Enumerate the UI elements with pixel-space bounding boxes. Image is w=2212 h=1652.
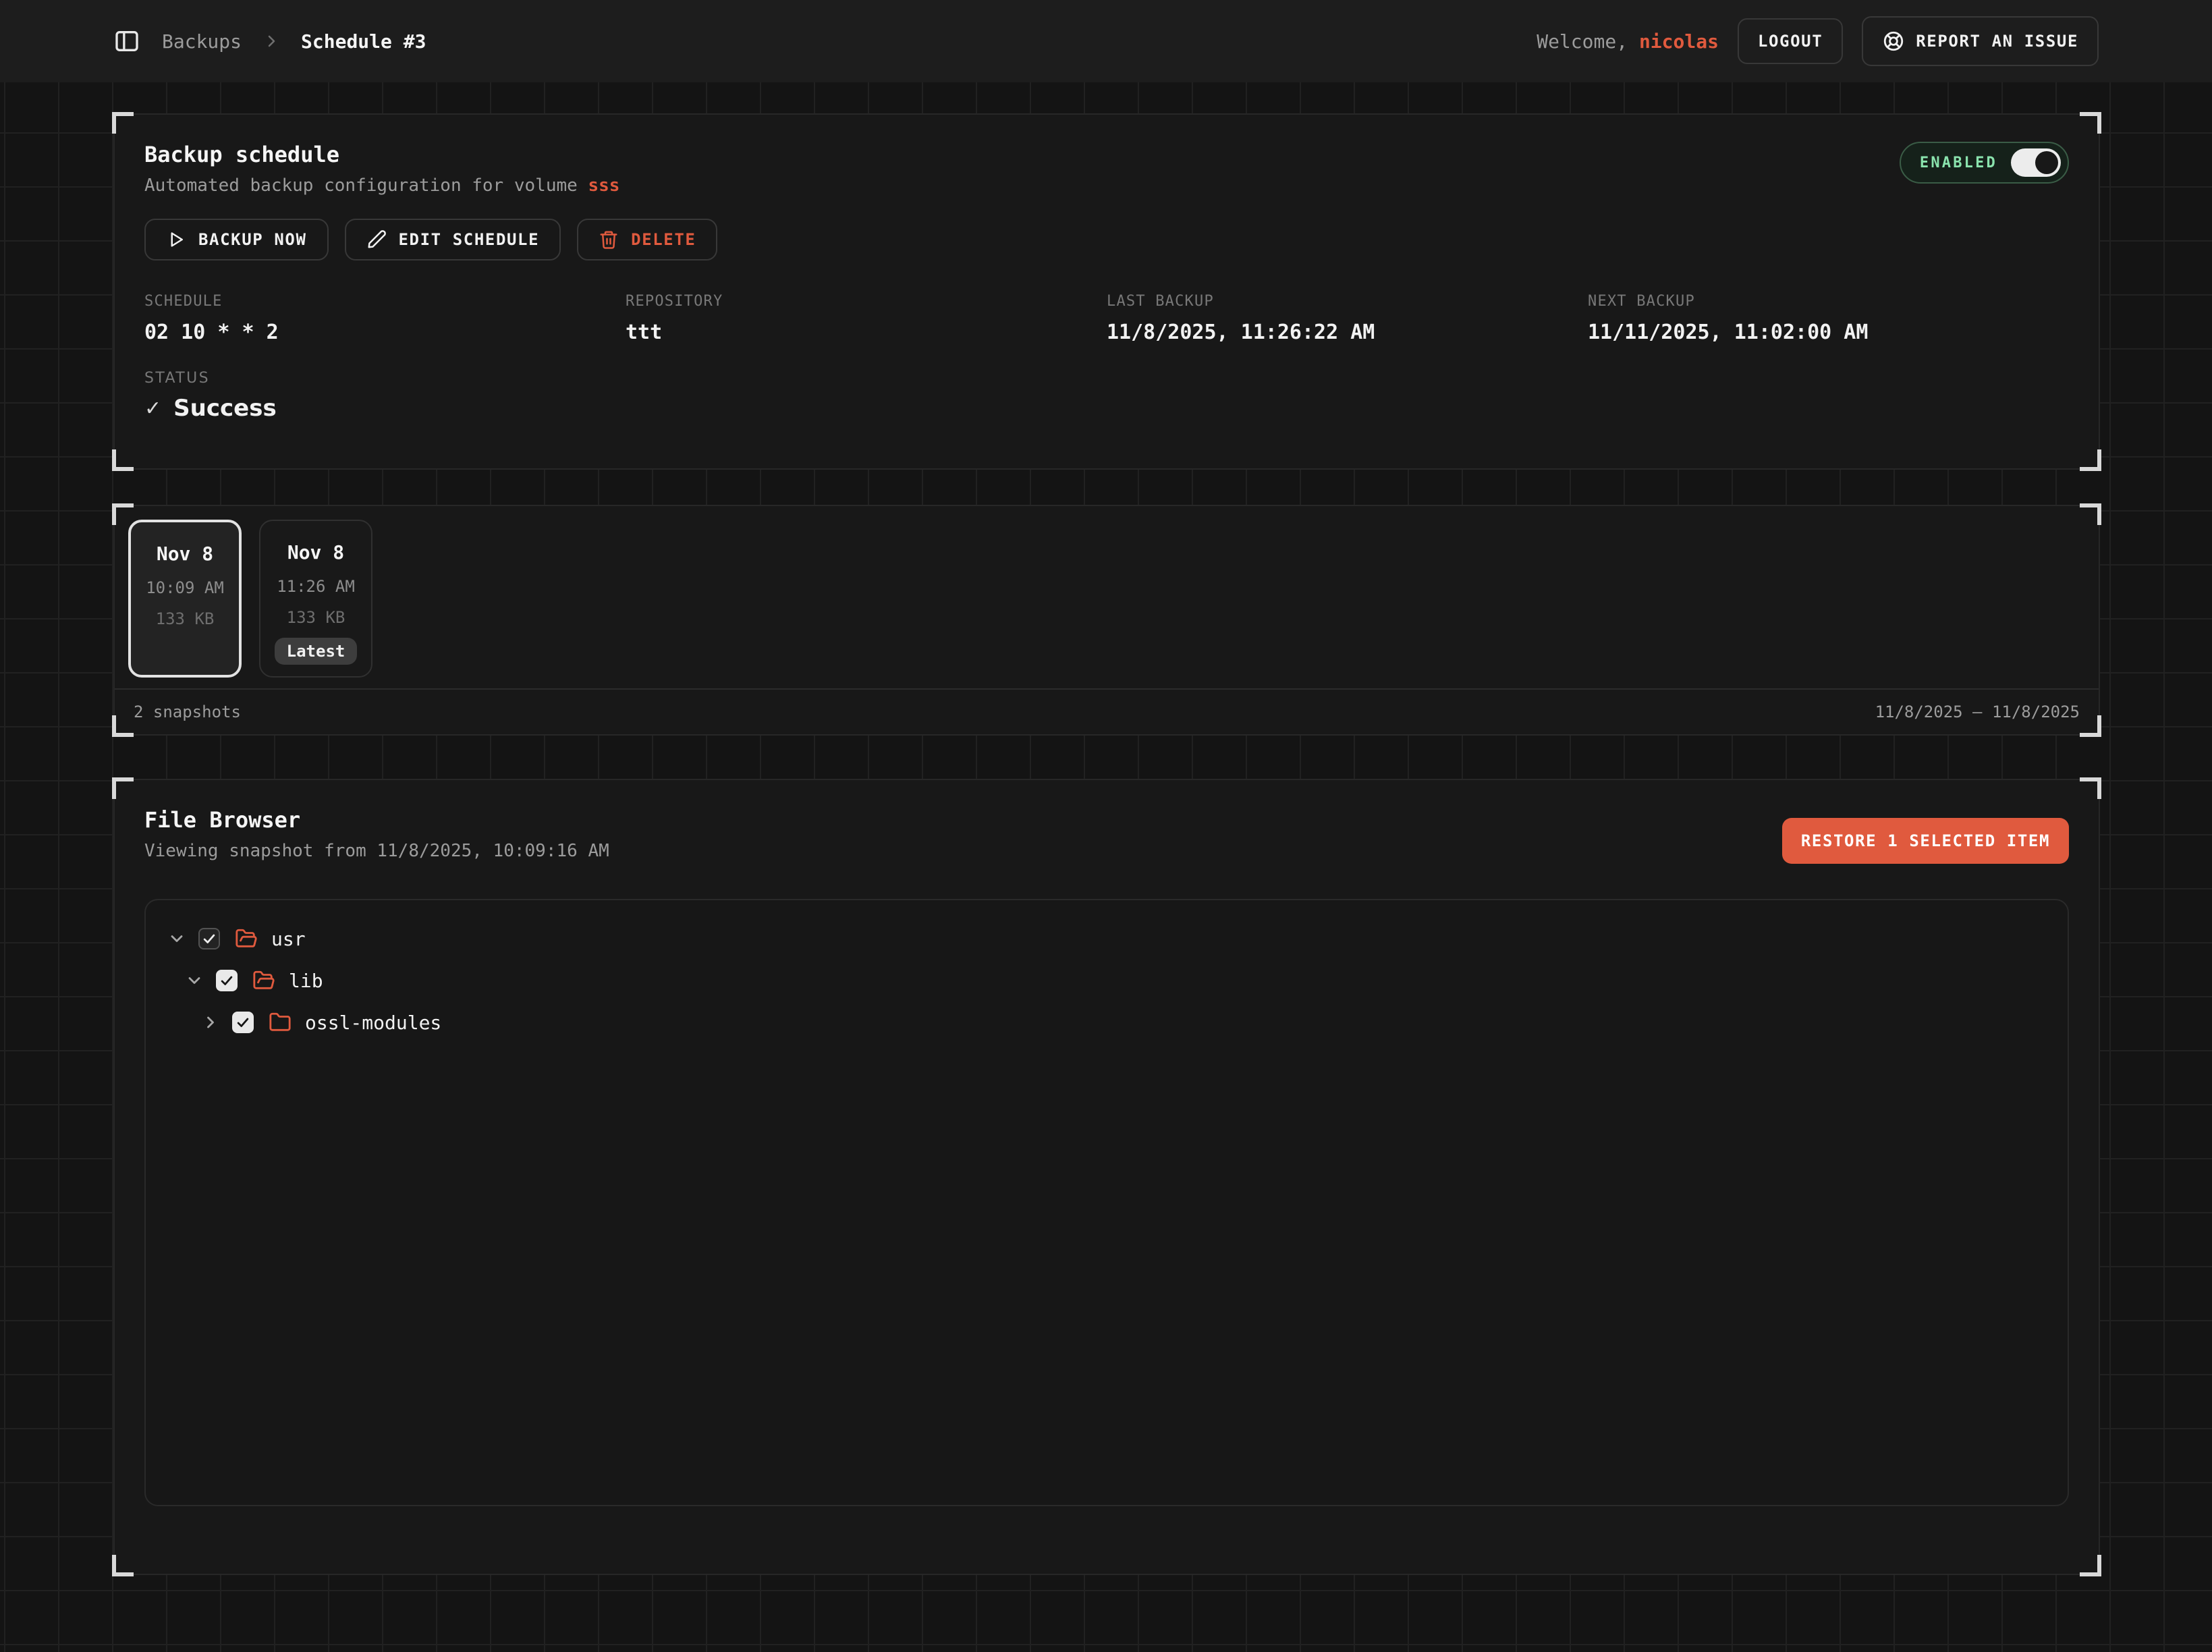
status-text: Success (173, 395, 277, 422)
folder-open-icon (252, 969, 275, 992)
field-label: SCHEDULE (144, 293, 626, 310)
username: nicolas (1639, 30, 1719, 53)
breadcrumb-chevron-icon (263, 33, 279, 49)
file-browser-title: File Browser (144, 807, 609, 833)
check-icon: ✓ (144, 397, 161, 420)
corner-bracket (2080, 1555, 2101, 1576)
field-label: REPOSITORY (626, 293, 1107, 310)
edit-schedule-button[interactable]: EDIT SCHEDULE (345, 219, 561, 260)
tree-item-label[interactable]: lib (289, 970, 323, 992)
snapshot-date-range: 11/8/2025 – 11/8/2025 (1875, 703, 2080, 721)
breadcrumb-section[interactable]: Backups (162, 30, 242, 53)
tree-row-lib[interactable]: lib (167, 960, 2046, 1001)
delete-button[interactable]: DELETE (577, 219, 717, 260)
chevron-down-icon[interactable] (185, 971, 204, 990)
logout-button[interactable]: LOGOUT (1738, 18, 1843, 64)
toggle-switch-icon (2011, 148, 2061, 177)
corner-bracket (2080, 112, 2101, 134)
file-tree: usr lib (144, 899, 2069, 1506)
checkbox-checked[interactable] (198, 928, 220, 949)
edit-schedule-label: EDIT SCHEDULE (399, 230, 540, 249)
report-issue-button[interactable]: REPORT AN ISSUE (1862, 16, 2099, 66)
checkbox-checked[interactable] (232, 1012, 254, 1033)
pencil-icon (366, 229, 387, 250)
enabled-toggle[interactable]: ENABLED (1900, 142, 2069, 184)
chevron-down-icon[interactable] (167, 929, 186, 948)
tree-row-ossl-modules[interactable]: ossl-modules (167, 1001, 2046, 1043)
field-last-backup: LAST BACKUP 11/8/2025, 11:26:22 AM (1107, 293, 1588, 344)
snapshot-time: 10:09 AM (131, 578, 239, 597)
field-value: 02 10 * * 2 (144, 321, 626, 344)
file-browser-subtitle: Viewing snapshot from 11/8/2025, 10:09:1… (144, 841, 609, 861)
sidebar-toggle-icon[interactable] (113, 28, 140, 55)
status-block: STATUS ✓ Success (144, 370, 2069, 422)
tree-item-label[interactable]: ossl-modules (305, 1012, 441, 1034)
trash-icon (599, 229, 619, 250)
latest-badge: Latest (275, 638, 358, 665)
snapshot-time: 11:26 AM (260, 577, 371, 596)
corner-bracket (2080, 449, 2101, 471)
folder-closed-icon (269, 1011, 292, 1034)
volume-name: sss (588, 175, 619, 196)
tree-row-usr[interactable]: usr (167, 918, 2046, 960)
field-next-backup: NEXT BACKUP 11/11/2025, 11:02:00 AM (1588, 293, 2069, 344)
corner-bracket (112, 1555, 134, 1576)
corner-bracket (112, 449, 134, 471)
snapshots-footer: 2 snapshots 11/8/2025 – 11/8/2025 (115, 688, 2099, 734)
play-icon (166, 229, 186, 250)
breadcrumb-page-title: Schedule #3 (301, 30, 426, 53)
snapshots-panel: Nov 8 10:09 AM 133 KB Nov 8 11:26 AM 133… (113, 505, 2100, 736)
tree-item-label[interactable]: usr (271, 928, 306, 950)
delete-label: DELETE (631, 230, 696, 249)
snapshot-card[interactable]: Nov 8 11:26 AM 133 KB Latest (259, 520, 372, 678)
welcome-text: Welcome, nicolas (1537, 30, 1719, 53)
field-value: ttt (626, 321, 1107, 344)
breadcrumb: Backups Schedule #3 (113, 28, 426, 55)
status-badge: ✓ Success (144, 395, 2069, 422)
folder-open-icon (235, 927, 258, 950)
file-browser-panel: File Browser Viewing snapshot from 11/8/… (113, 779, 2100, 1575)
chevron-right-icon[interactable] (201, 1013, 220, 1032)
corner-bracket (112, 777, 134, 799)
snapshot-timeline: Nov 8 10:09 AM 133 KB Nov 8 11:26 AM 133… (115, 506, 2099, 691)
schedule-fields: SCHEDULE 02 10 * * 2 REPOSITORY ttt LAST… (144, 293, 2069, 344)
restore-button[interactable]: RESTORE 1 SELECTED ITEM (1782, 818, 2069, 864)
backup-schedule-panel: Backup schedule Automated backup configu… (113, 113, 2100, 470)
field-label: LAST BACKUP (1107, 293, 1588, 310)
field-repository: REPOSITORY ttt (626, 293, 1107, 344)
field-value: 11/8/2025, 11:26:22 AM (1107, 321, 1588, 344)
corner-bracket (112, 112, 134, 134)
snapshot-date: Nov 8 (260, 541, 371, 563)
topbar: Backups Schedule #3 Welcome, nicolas LOG… (0, 0, 2212, 82)
logout-label: LOGOUT (1758, 32, 1823, 51)
field-value: 11/11/2025, 11:02:00 AM (1588, 321, 2069, 344)
status-label: STATUS (144, 370, 2069, 387)
snapshot-size: 133 KB (260, 608, 371, 627)
corner-bracket (2080, 777, 2101, 799)
field-schedule: SCHEDULE 02 10 * * 2 (144, 293, 626, 344)
backup-now-button[interactable]: BACKUP NOW (144, 219, 329, 260)
report-issue-label: REPORT AN ISSUE (1916, 32, 2078, 51)
enabled-toggle-label: ENABLED (1920, 155, 1997, 171)
panel-subtitle: Automated backup configuration for volum… (144, 175, 619, 196)
field-label: NEXT BACKUP (1588, 293, 2069, 310)
checkbox-checked[interactable] (216, 970, 238, 991)
backup-now-label: BACKUP NOW (198, 230, 307, 249)
snapshot-date: Nov 8 (131, 543, 239, 565)
panel-title: Backup schedule (144, 142, 619, 167)
report-issue-icon (1882, 30, 1905, 53)
snapshot-size: 133 KB (131, 609, 239, 628)
snapshot-card-selected[interactable]: Nov 8 10:09 AM 133 KB (128, 520, 242, 678)
snapshot-count: 2 snapshots (134, 703, 241, 721)
